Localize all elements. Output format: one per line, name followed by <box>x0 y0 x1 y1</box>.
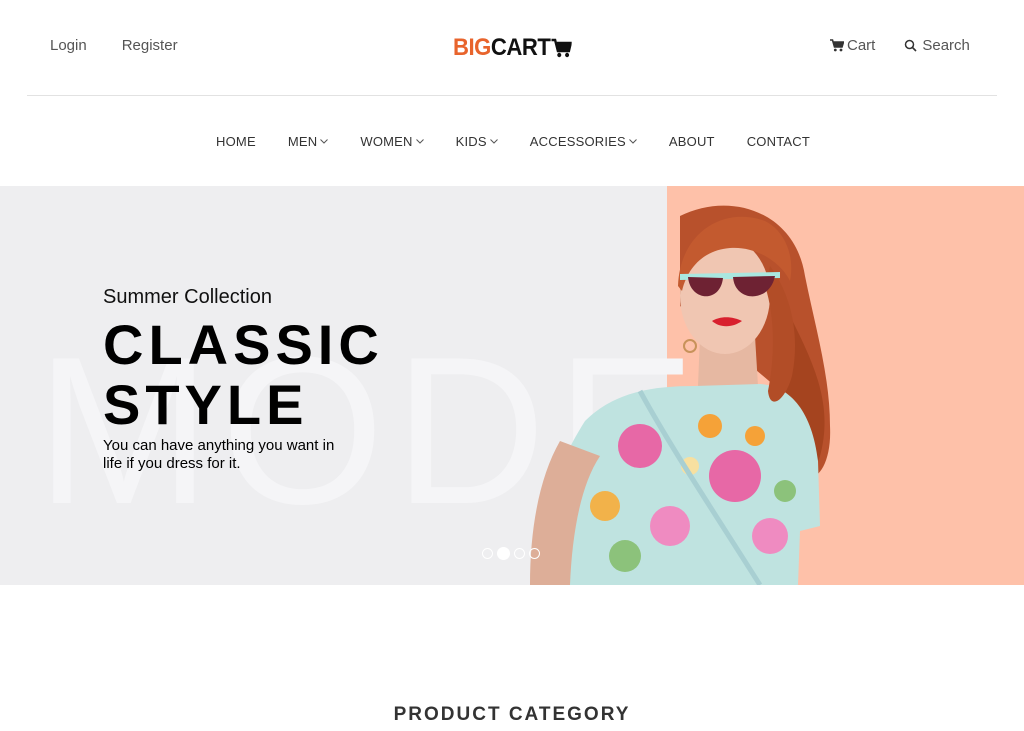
product-category-title: PRODUCT CATEGORY <box>393 704 631 725</box>
hero-text-block: Summer Collection CLASSIC STYLE You can … <box>103 286 384 473</box>
nav-item-label: HOME <box>216 133 256 149</box>
slider-dot[interactable] <box>482 548 493 559</box>
nav-item-home[interactable]: HOME <box>216 134 256 149</box>
logo-cart-icon <box>551 38 572 58</box>
nav-item-contact[interactable]: CONTACT <box>747 134 810 149</box>
header-actions: Cart Search <box>830 37 970 54</box>
nav-item-label: MEN <box>287 133 318 149</box>
logo-big-text: BIG <box>453 34 491 61</box>
search-label: Search <box>922 37 970 54</box>
nav-list: HOME MEN WOMEN KIDS ACCESSORIES ABOUT CO… <box>198 134 826 149</box>
slider-dot[interactable] <box>529 548 540 559</box>
nav-item-women[interactable]: WOMEN <box>360 133 424 149</box>
nav-item-about[interactable]: ABOUT <box>669 134 715 149</box>
hero-model-image <box>530 205 831 585</box>
slider-dot[interactable] <box>514 548 525 559</box>
nav-item-accessories[interactable]: ACCESSORIES <box>530 134 637 149</box>
chevron-down-icon <box>415 138 424 144</box>
nav-item-men[interactable]: MEN <box>288 134 329 149</box>
register-link[interactable]: Register <box>122 37 178 54</box>
chevron-down-icon <box>489 138 498 144</box>
nav-item-label: ABOUT <box>668 133 715 149</box>
hero-headline-line1: CLASSIC <box>103 313 384 376</box>
hero-description: You can have anything you want in life i… <box>103 437 335 472</box>
top-bar: Login Register BIG CART Cart Search <box>0 0 1024 96</box>
logo-cart-text: CART <box>490 34 551 61</box>
nav-item-label: ACCESSORIES <box>529 133 626 149</box>
login-link[interactable]: Login <box>50 37 87 54</box>
slider-pagination <box>482 547 540 560</box>
slider-dot-active[interactable] <box>497 547 510 560</box>
cart-link[interactable]: Cart <box>830 37 875 54</box>
main-nav: HOME MEN WOMEN KIDS ACCESSORIES ABOUT CO… <box>0 96 1024 186</box>
nav-item-kids[interactable]: KIDS <box>456 134 498 149</box>
search-icon <box>905 39 917 52</box>
hero-subtitle: Summer Collection <box>103 286 272 308</box>
account-links: Login Register <box>50 37 178 54</box>
nav-item-label: CONTACT <box>746 133 810 149</box>
chevron-down-icon <box>629 138 637 144</box>
cart-label: Cart <box>847 37 876 54</box>
chevron-down-icon <box>320 138 329 144</box>
nav-item-label: WOMEN <box>360 133 413 149</box>
site-logo[interactable]: BIG CART <box>453 34 572 62</box>
hero-headline-line2: STYLE <box>103 373 309 436</box>
nav-item-label: KIDS <box>455 133 487 149</box>
hero-headline: CLASSIC STYLE <box>103 315 384 435</box>
search-link[interactable]: Search <box>904 37 970 54</box>
hero-slider: MODE Summer Collection CLASSIC STYLE You… <box>0 186 1024 585</box>
cart-icon <box>830 39 844 52</box>
